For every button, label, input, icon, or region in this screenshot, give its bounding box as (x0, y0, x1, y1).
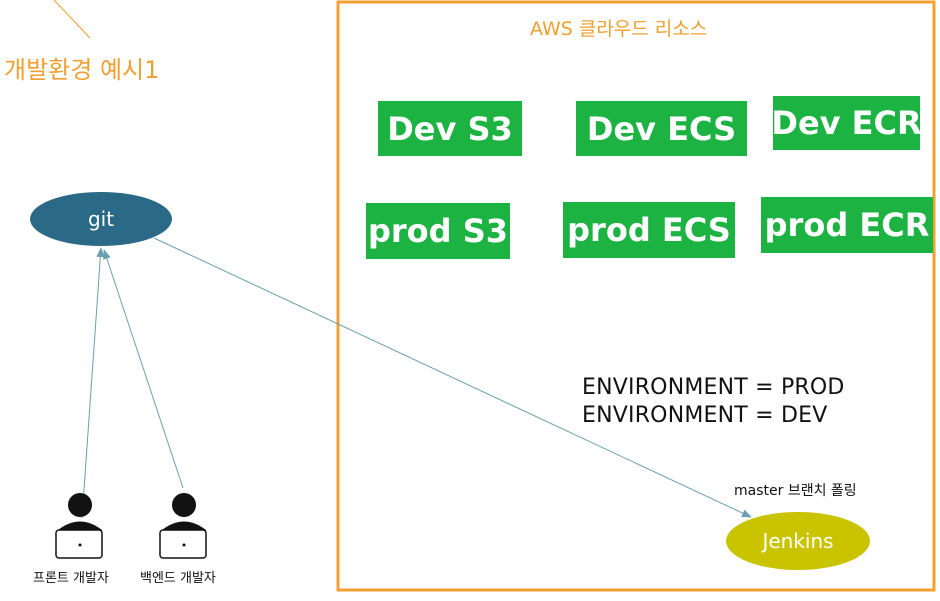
git-label: git (87, 207, 115, 231)
back-to-git-arrow (103, 249, 184, 489)
back-developer-label: 백엔드 개발자 (140, 571, 216, 586)
back-developer-icon (159, 493, 207, 559)
env-prod-text: ENVIRONMENT = PROD (582, 375, 845, 400)
dev-s3-box: Dev S3 (378, 101, 522, 156)
polling-text: master 브랜치 폴링 (734, 483, 857, 499)
aws-title: AWS 클라우드 리소스 (530, 18, 708, 40)
dev-ecs-box: Dev ECS (576, 101, 747, 156)
aws-container (336, 0, 936, 592)
page-title: 개발환경 예시1 (4, 56, 160, 84)
front-to-git-arrow (81, 247, 105, 519)
prod-ecr-box: prod ECR (761, 197, 933, 253)
prod-ecs-box: prod ECS (563, 202, 735, 258)
env-dev-text: ENVIRONMENT = DEV (582, 403, 828, 428)
decorative-line (53, 0, 91, 39)
front-developer-label: 프론트 개발자 (33, 571, 109, 586)
prod-s3-box: prod S3 (366, 203, 510, 259)
dev-ecr-box: Dev ECR (771, 96, 922, 150)
diagram-canvas (30, 0, 936, 592)
front-developer-icon (55, 493, 103, 559)
jenkins-label: Jenkins (762, 529, 834, 553)
